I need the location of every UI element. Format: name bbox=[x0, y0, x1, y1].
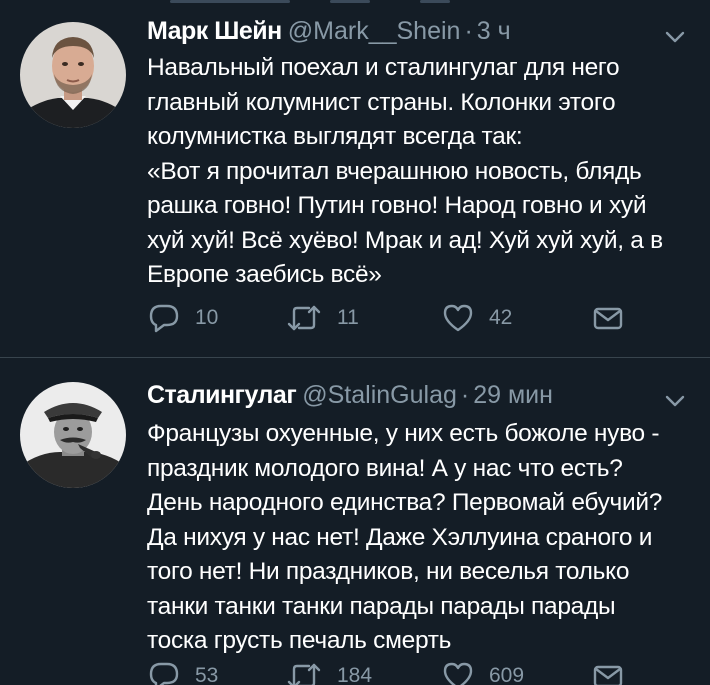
heart-icon bbox=[443, 304, 473, 332]
tweet-text-line: Да нихуя у нас нет! Даже Хэллуина сраног… bbox=[147, 523, 653, 551]
tweet-text-line: рашка говно! Путин говно! Народ говно и … bbox=[147, 192, 647, 219]
avatar[interactable] bbox=[20, 382, 126, 488]
envelope-icon bbox=[593, 307, 623, 330]
display-name[interactable]: Марк Шейн bbox=[147, 17, 282, 45]
tweet-text-line: Европе заебись всё» bbox=[147, 261, 382, 288]
retweet-count: 184 bbox=[337, 664, 373, 685]
tweet-actions: 53 184 609 bbox=[147, 658, 627, 685]
retweet-icon bbox=[287, 305, 321, 331]
tweet-header: Сталингулаг @StalinGulag · 29 мин bbox=[147, 380, 553, 410]
separator-dot: · bbox=[460, 381, 470, 409]
timestamp[interactable]: 3 ч bbox=[477, 17, 511, 45]
reply-icon bbox=[149, 304, 179, 333]
reply-button[interactable]: 10 bbox=[147, 300, 218, 336]
retweet-button[interactable]: 11 bbox=[285, 300, 359, 336]
retweet-button[interactable]: 184 bbox=[285, 658, 372, 685]
display-name[interactable]: Сталингулаг bbox=[147, 381, 297, 409]
direct-message-button[interactable] bbox=[591, 658, 625, 685]
tweet-text-line: того нет! Ни праздников, ни веселья толь… bbox=[147, 558, 630, 585]
like-count: 609 bbox=[489, 664, 525, 685]
tweet-text-line: День народного единства? Первомай ебучий… bbox=[147, 489, 663, 516]
tweet-text-line: хуй хуй! Всё хуёво! Мрак и ад! Хуй хуй х… bbox=[147, 226, 663, 254]
tweet-actions: 10 11 42 bbox=[147, 300, 627, 336]
bearded-man-portrait bbox=[20, 22, 126, 128]
separator-dot: · bbox=[464, 17, 473, 45]
reply-icon bbox=[149, 662, 179, 685]
retweet-icon bbox=[287, 663, 321, 685]
user-handle[interactable]: @StalinGulag bbox=[302, 381, 457, 409]
tweet-text-line: колумнистка выглядят всегда так: bbox=[147, 123, 523, 150]
envelope-icon bbox=[593, 665, 623, 685]
tweet-text-line: Французы охуенные, у них есть божоле нув… bbox=[147, 420, 660, 447]
tweet-text-line: «Вот я прочитал вчерашнюю новость, блядь bbox=[147, 157, 642, 185]
tweet[interactable]: Марк Шейн @Mark__Shein · 3 ч Навальный поех… bbox=[0, 0, 710, 357]
reply-count: 10 bbox=[195, 306, 219, 329]
tweet-text-line: танки танки танки парады парады парады bbox=[147, 592, 616, 620]
user-handle[interactable]: @Mark__Shein bbox=[288, 17, 461, 45]
chevron-down-icon[interactable] bbox=[662, 388, 688, 414]
reply-count: 53 bbox=[195, 664, 219, 685]
tweet-text-line: главный колумнист страны. Колонки этого bbox=[147, 88, 616, 116]
like-count: 42 bbox=[489, 306, 513, 329]
reply-button[interactable]: 53 bbox=[147, 658, 218, 685]
stalin-portrait-bw bbox=[20, 382, 126, 488]
tweet-text-line: тоска грусть печаль смерть bbox=[147, 627, 452, 654]
retweet-count: 11 bbox=[337, 306, 359, 329]
avatar[interactable] bbox=[20, 22, 126, 128]
timeline: Марк Шейн @Mark__Shein · 3 ч Навальный поех… bbox=[0, 0, 710, 685]
tweet[interactable]: Сталингулаг @StalinGulag · 29 мин Французы … bbox=[0, 358, 710, 685]
like-button[interactable]: 609 bbox=[441, 658, 524, 685]
tweet-text-line: праздник молодого вина! А у нас что есть… bbox=[147, 454, 623, 482]
heart-icon bbox=[443, 662, 473, 685]
timestamp[interactable]: 29 мин bbox=[473, 381, 553, 409]
tweet-text-line: Навальный поехал и сталингулаг для него bbox=[147, 54, 620, 81]
tweet-text: Французы охуенные, у них есть божоле нув… bbox=[147, 417, 692, 659]
tweet-header: Марк Шейн @Mark__Shein · 3 ч bbox=[147, 16, 511, 46]
tweet-text: Навальный поехал и сталингулаг для него … bbox=[147, 51, 692, 293]
direct-message-button[interactable] bbox=[591, 300, 625, 336]
like-button[interactable]: 42 bbox=[441, 300, 512, 336]
chevron-down-icon[interactable] bbox=[662, 24, 688, 50]
